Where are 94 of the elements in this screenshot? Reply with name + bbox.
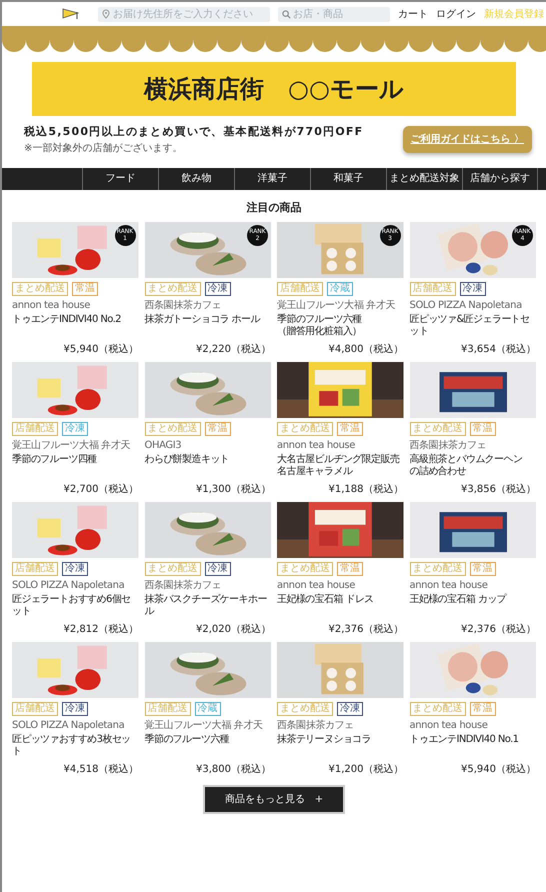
delivery-tag: まとめ配送 (277, 422, 333, 436)
price-text: ¥3,654（税込） (460, 342, 536, 357)
product-name[interactable]: 季節のフルーツ六種 (144, 734, 271, 746)
product-name[interactable]: 抹茶バスクチーズケーキホール (144, 594, 271, 618)
delivery-tag: 店舗配送 (410, 282, 456, 296)
shop-name: 西条園抹茶カフェ (144, 580, 222, 592)
delivery-tag: 店舗配送 (12, 702, 58, 716)
delivery-tag: まとめ配送 (410, 702, 466, 716)
category-tab[interactable]: まとめ配送対象 (386, 168, 462, 190)
shop-name: annon tea house (410, 720, 488, 732)
delivery-tag: 常温 (470, 422, 496, 436)
price-text: ¥2,220（税込） (195, 342, 271, 357)
shop-name: OHAGI3 (144, 440, 182, 452)
search-field[interactable]: お店・商品 (278, 6, 390, 22)
shop-name: 覚王山フルーツ大福 弁才天 (12, 440, 131, 452)
product-name[interactable]: トゥエンテINDIVI40 No.1 (410, 734, 536, 746)
delivery-tag: まとめ配送 (144, 422, 200, 436)
price-text: ¥1,300（税込） (195, 482, 271, 497)
product-name[interactable]: 抹茶テリーヌショコラ (277, 734, 404, 746)
shop-name: annon tea house (277, 440, 356, 452)
price-text: ¥2,376（税込） (460, 622, 536, 637)
price-text: ¥2,812（税込） (62, 622, 138, 637)
promo-text: 税込5,500円以上のまとめ買いで、基本配送料が770円OFF (24, 124, 364, 140)
price-text: ¥3,856（税込） (460, 482, 536, 497)
banner-title: 横浜商店街 ○○モール (144, 74, 404, 105)
header-link[interactable]: ログイン (436, 6, 476, 22)
shop-name: SOLO PIZZA Napoletana (12, 720, 126, 732)
price-text: ¥4,800（税込） (328, 342, 404, 357)
category-tab[interactable]: 店舗から探す (462, 168, 538, 190)
product-name[interactable]: 王妃様の宝石箱 ドレス (277, 594, 404, 606)
shop-name: annon tea house (410, 580, 488, 592)
delivery-tag: 店舗配送 (12, 562, 58, 576)
price-text: ¥3,800（税込） (195, 762, 271, 777)
product-name[interactable]: 高級煎茶とバウムクーヘン (410, 454, 536, 466)
delivery-tag: 常温 (337, 562, 363, 576)
shop-name: SOLO PIZZA Napoletana (12, 580, 126, 592)
delivery-tag: 常温 (72, 282, 98, 296)
delivery-tag: まとめ配送 (144, 562, 200, 576)
product-name[interactable]: 匠ピッツァおすすめ3枚セット (12, 734, 138, 758)
product-name[interactable]: 抹茶ガトーショコラ ホール (144, 314, 271, 326)
delivery-tag: 冷凍 (62, 702, 88, 716)
product-name[interactable]: 匠ピッツァ&匠ジェラートセット (410, 314, 536, 338)
price-text: ¥5,940（税込） (62, 342, 138, 357)
delivery-tag: まとめ配送 (277, 562, 333, 576)
product-name[interactable]: トゥエンテINDIVI40 No.2 (12, 314, 138, 326)
delivery-tag: まとめ配送 (277, 702, 333, 716)
shop-name: 覚王山フルーツ大福 弁才天 (144, 720, 264, 732)
product-name[interactable]: 大名古屋ビルヂング限定販売 (277, 454, 404, 466)
delivery-tag: まとめ配送 (410, 562, 466, 576)
delivery-tag: 常温 (337, 422, 363, 436)
price-text: ¥1,188（税込） (328, 482, 404, 497)
product-name[interactable]: 王妃様の宝石箱 カップ (410, 594, 536, 606)
price-text: ¥2,020（税込） (195, 622, 271, 637)
section-title: 注目の商品 (246, 200, 302, 216)
product-name[interactable]: わらび餅製造キット (144, 454, 271, 466)
delivery-tag: 常温 (470, 702, 496, 716)
price-text: ¥2,700（税込） (62, 482, 138, 497)
shop-name: 西条園抹茶カフェ (144, 300, 222, 312)
delivery-tag: 常温 (204, 422, 230, 436)
delivery-tag: 冷蔵 (194, 702, 220, 716)
price-text: ¥2,376（税込） (328, 622, 404, 637)
delivery-tag: 常温 (470, 562, 496, 576)
product-name[interactable]: 季節のフルーツ四種 (12, 454, 138, 466)
price-text: ¥5,940（税込） (460, 762, 536, 777)
delivery-tag: 冷蔵 (327, 282, 353, 296)
delivery-tag: まとめ配送 (12, 282, 68, 296)
delivery-tag: 冷凍 (62, 422, 88, 436)
delivery-tag: 冷凍 (204, 282, 230, 296)
product-name[interactable]: 名古屋キャラメル (277, 466, 404, 478)
delivery-tag: まとめ配送 (410, 422, 466, 436)
header-link[interactable]: カート (398, 6, 428, 22)
delivery-tag: 店舗配送 (144, 702, 190, 716)
delivery-tag: 店舗配送 (277, 282, 323, 296)
product-name[interactable]: の詰め合わせ (410, 466, 536, 478)
price-text: ¥4,518（税込） (62, 762, 138, 777)
delivery-tag: 冷凍 (204, 562, 230, 576)
price-text: ¥1,200（税込） (328, 762, 404, 777)
product-name[interactable]: 季節のフルーツ六種 (277, 314, 404, 326)
delivery-tag: 冷凍 (460, 282, 486, 296)
shop-name: annon tea house (277, 580, 356, 592)
product-name[interactable]: （贈答用化粧箱入） (277, 326, 404, 338)
delivery-tag: 冷凍 (62, 562, 88, 576)
delivery-tag: 冷凍 (337, 702, 363, 716)
shop-name: SOLO PIZZA Napoletana (410, 300, 523, 312)
address-field[interactable]: お届け先住所をご入力ください (98, 6, 270, 22)
shop-name: annon tea house (12, 300, 91, 312)
shop-name: 西条園抹茶カフェ (277, 720, 355, 732)
more-products-button[interactable]: 商品をもっと見る + (202, 785, 346, 814)
delivery-tag: まとめ配送 (144, 282, 200, 296)
shop-name: 西条園抹茶カフェ (410, 440, 488, 452)
promo-note: ※一部対象外の店舗がございます。 (24, 142, 184, 156)
product-name[interactable]: 匠ジェラートおすすめ6個セット (12, 594, 138, 618)
delivery-tag: 店舗配送 (12, 422, 58, 436)
shop-name: 覚王山フルーツ大福 弁才天 (277, 300, 396, 312)
